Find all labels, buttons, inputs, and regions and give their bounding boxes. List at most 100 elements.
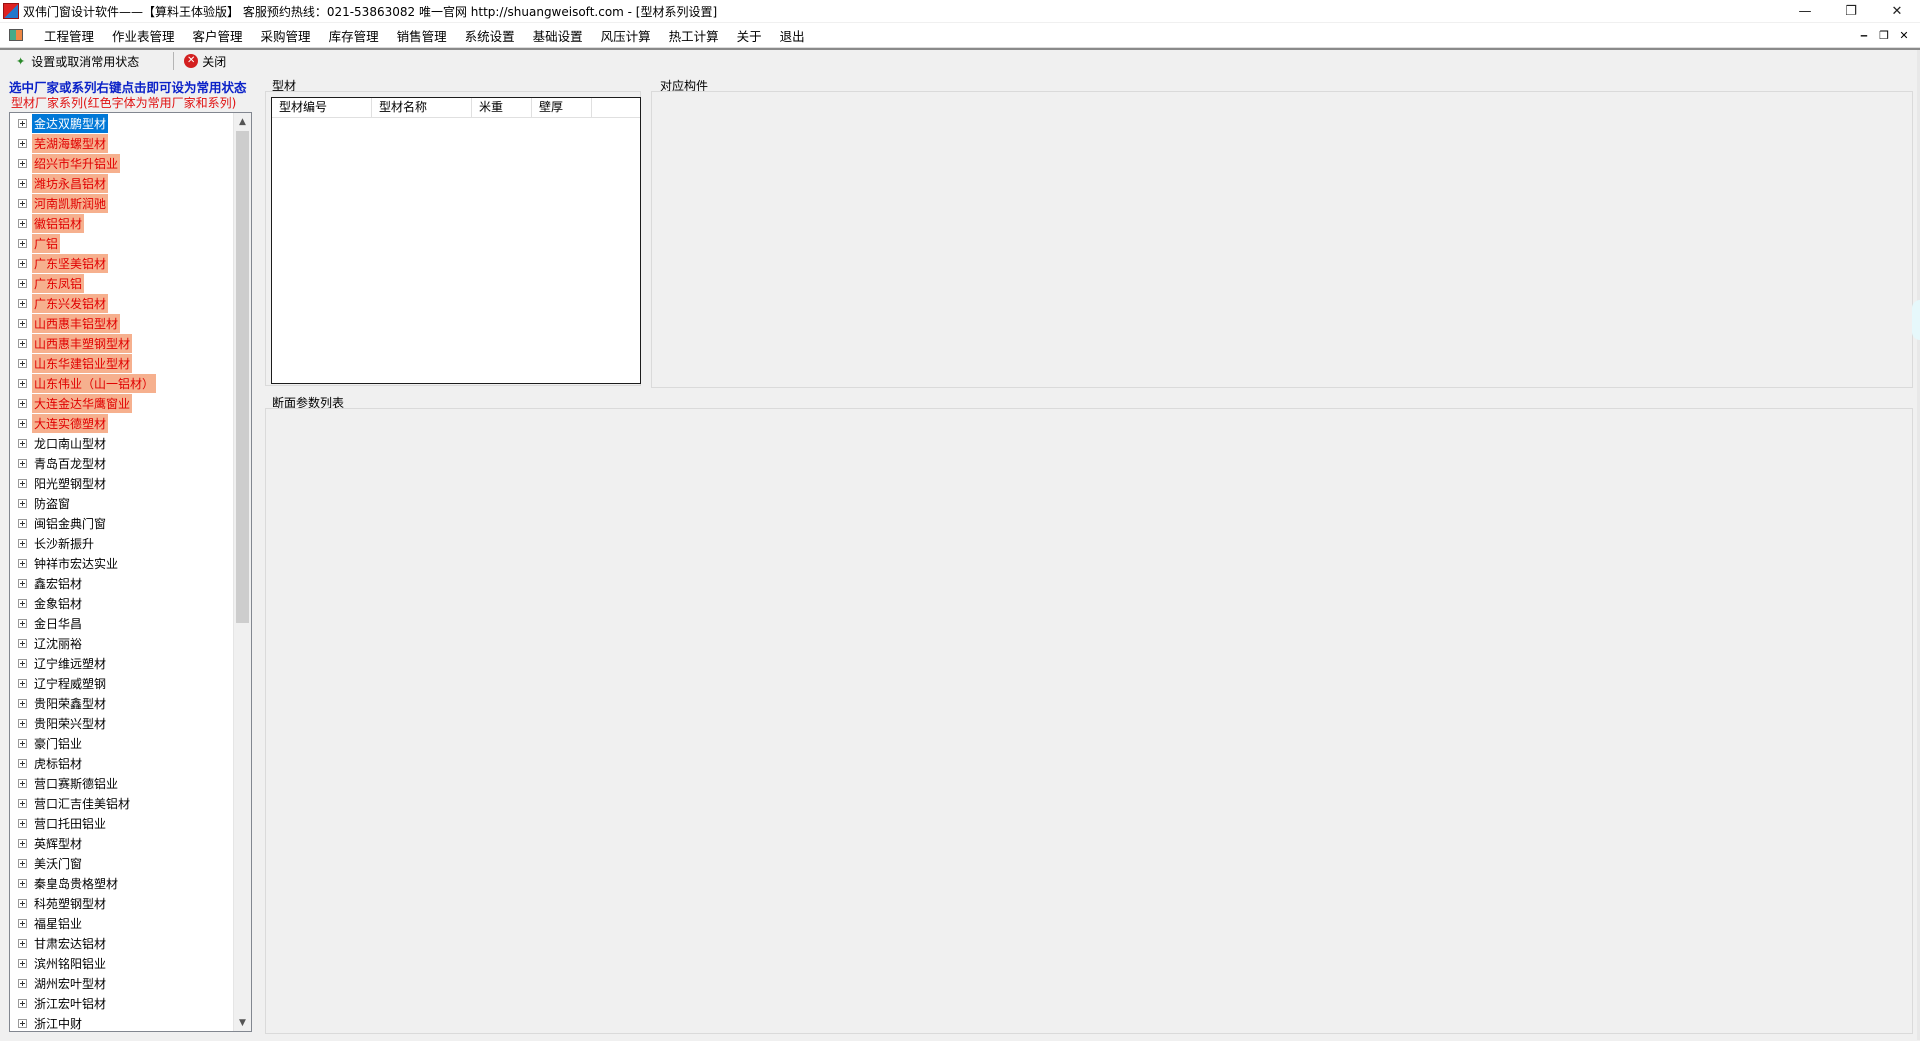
tree-item[interactable]: 金象铝材 xyxy=(10,593,233,613)
expand-icon[interactable] xyxy=(18,838,27,848)
tree-item[interactable]: 辽宁维远塑材 xyxy=(10,653,233,673)
tree-item[interactable]: 钟祥市宏达实业 xyxy=(10,553,233,573)
expand-icon[interactable] xyxy=(18,198,27,208)
tree-item[interactable]: 营口赛斯德铝业 xyxy=(10,773,233,793)
expand-icon[interactable] xyxy=(18,638,27,648)
menu-project[interactable]: 工程管理 xyxy=(35,26,103,45)
expand-icon[interactable] xyxy=(18,458,27,468)
tree-item[interactable]: 青岛百龙型材 xyxy=(10,453,233,473)
tree-item[interactable]: 湖州宏叶型材 xyxy=(10,973,233,993)
tree-item[interactable]: 浙江宏叶铝材 xyxy=(10,993,233,1013)
expand-icon[interactable] xyxy=(18,518,27,528)
expand-icon[interactable] xyxy=(18,538,27,548)
tree-item[interactable]: 山东伟业（山一铝材） xyxy=(10,373,233,393)
col-profile-code[interactable]: 型材编号 xyxy=(272,98,372,117)
expand-icon[interactable] xyxy=(18,758,27,768)
col-profile-name[interactable]: 型材名称 xyxy=(372,98,472,117)
tree-item[interactable]: 金日华昌 xyxy=(10,613,233,633)
menu-about[interactable]: 关于 xyxy=(728,26,771,45)
mdi-minimize-button[interactable]: ‒ xyxy=(1854,29,1874,42)
close-window-button[interactable]: ✕ xyxy=(1874,0,1920,22)
expand-icon[interactable] xyxy=(18,998,27,1008)
tree-item[interactable]: 绍兴市华升铝业 xyxy=(10,153,233,173)
expand-icon[interactable] xyxy=(18,218,27,228)
expand-icon[interactable] xyxy=(18,498,27,508)
expand-icon[interactable] xyxy=(18,618,27,628)
expand-icon[interactable] xyxy=(18,478,27,488)
tree-item[interactable]: 英辉型材 xyxy=(10,833,233,853)
tree-item[interactable]: 长沙新振升 xyxy=(10,533,233,553)
tree-item[interactable]: 大连金达华鹰窗业 xyxy=(10,393,233,413)
expand-icon[interactable] xyxy=(18,178,27,188)
tree-item[interactable]: 辽沈丽裕 xyxy=(10,633,233,653)
menu-sales[interactable]: 销售管理 xyxy=(388,26,456,45)
col-wall-thickness[interactable]: 壁厚 xyxy=(532,98,592,117)
expand-icon[interactable] xyxy=(18,678,27,688)
manufacturer-tree[interactable]: 金达双鹏型材 芜湖海螺型材 绍兴市华升铝业 潍坊永昌铝材 河南凯斯润驰 徽铝铝材 广铝 广东坚… xyxy=(9,112,252,1032)
expand-icon[interactable] xyxy=(18,918,27,928)
tree-item[interactable]: 辽宁程威塑钢 xyxy=(10,673,233,693)
menu-system-settings[interactable]: 系统设置 xyxy=(456,26,524,45)
expand-icon[interactable] xyxy=(18,978,27,988)
tree-item[interactable]: 徽铝铝材 xyxy=(10,213,233,233)
expand-icon[interactable] xyxy=(18,258,27,268)
tree-item[interactable]: 科苑塑钢型材 xyxy=(10,893,233,913)
tree-item[interactable]: 山东华建铝业型材 xyxy=(10,353,233,373)
expand-icon[interactable] xyxy=(18,298,27,308)
tree-item[interactable]: 龙口南山型材 xyxy=(10,433,233,453)
tree-item[interactable]: 滨州铭阳铝业 xyxy=(10,953,233,973)
tree-item[interactable]: 虎标铝材 xyxy=(10,753,233,773)
restore-button[interactable]: ❐ xyxy=(1828,0,1874,22)
expand-icon[interactable] xyxy=(18,158,27,168)
expand-icon[interactable] xyxy=(18,378,27,388)
close-button[interactable]: ✕ 关闭 xyxy=(180,51,230,71)
tree-scrollbar[interactable]: ▲ ▼ xyxy=(233,113,251,1031)
expand-icon[interactable] xyxy=(18,878,27,888)
scroll-down-icon[interactable]: ▼ xyxy=(234,1014,251,1031)
side-float-handle[interactable] xyxy=(1912,300,1920,340)
expand-icon[interactable] xyxy=(18,818,27,828)
tree-item[interactable]: 广东坚美铝材 xyxy=(10,253,233,273)
menu-customer[interactable]: 客户管理 xyxy=(184,26,252,45)
expand-icon[interactable] xyxy=(18,318,27,328)
expand-icon[interactable] xyxy=(18,718,27,728)
tree-item[interactable]: 山西惠丰塑钢型材 xyxy=(10,333,233,353)
mdi-close-button[interactable]: ✕ xyxy=(1894,29,1914,42)
tree-item[interactable]: 河南凯斯润驰 xyxy=(10,193,233,213)
scroll-thumb[interactable] xyxy=(236,131,249,623)
tree-item[interactable]: 广东兴发铝材 xyxy=(10,293,233,313)
expand-icon[interactable] xyxy=(18,698,27,708)
menu-basic-settings[interactable]: 基础设置 xyxy=(524,26,592,45)
menu-purchase[interactable]: 采购管理 xyxy=(252,26,320,45)
menu-wind-pressure[interactable]: 风压计算 xyxy=(592,26,660,45)
tree-item[interactable]: 广东凤铝 xyxy=(10,273,233,293)
tree-item[interactable]: 美沃门窗 xyxy=(10,853,233,873)
expand-icon[interactable] xyxy=(18,438,27,448)
minimize-button[interactable]: — xyxy=(1782,0,1828,22)
tree-item[interactable]: 贵阳荣鑫型材 xyxy=(10,693,233,713)
tree-item[interactable]: 大连实德塑材 xyxy=(10,413,233,433)
tree-item[interactable]: 芜湖海螺型材 xyxy=(10,133,233,153)
expand-icon[interactable] xyxy=(18,858,27,868)
col-meter-weight[interactable]: 米重 xyxy=(472,98,532,117)
menu-inventory[interactable]: 库存管理 xyxy=(320,26,388,45)
tree-item[interactable]: 潍坊永昌铝材 xyxy=(10,173,233,193)
expand-icon[interactable] xyxy=(18,398,27,408)
tree-item[interactable]: 浙江中财 xyxy=(10,1013,233,1031)
menu-exit[interactable]: 退出 xyxy=(771,26,814,45)
expand-icon[interactable] xyxy=(18,798,27,808)
tree-item[interactable]: 豪门铝业 xyxy=(10,733,233,753)
expand-icon[interactable] xyxy=(18,278,27,288)
tree-item[interactable]: 营口汇吉佳美铝材 xyxy=(10,793,233,813)
expand-icon[interactable] xyxy=(18,418,27,428)
expand-icon[interactable] xyxy=(18,598,27,608)
tree-item[interactable]: 山西惠丰铝型材 xyxy=(10,313,233,333)
expand-icon[interactable] xyxy=(18,738,27,748)
tree-item[interactable]: 闽铝金典门窗 xyxy=(10,513,233,533)
expand-icon[interactable] xyxy=(18,338,27,348)
expand-icon[interactable] xyxy=(18,118,27,128)
expand-icon[interactable] xyxy=(18,778,27,788)
tree-item[interactable]: 营口托田铝业 xyxy=(10,813,233,833)
tree-item[interactable]: 秦皇岛贵格塑材 xyxy=(10,873,233,893)
tree-item[interactable]: 福星铝业 xyxy=(10,913,233,933)
